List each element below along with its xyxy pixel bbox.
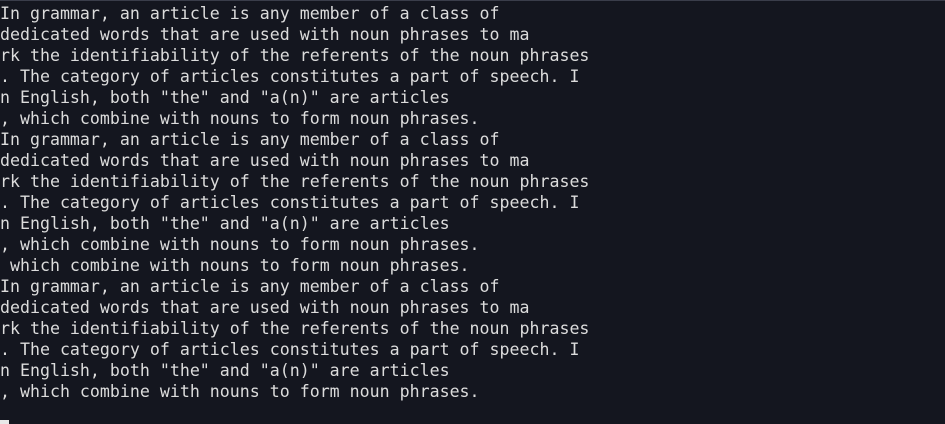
terminal-line: , which combine with nouns to form noun … (0, 235, 480, 254)
terminal-line: In grammar, an article is any member of … (0, 4, 500, 23)
terminal-cursor (0, 420, 9, 424)
terminal-line: , which combine with nouns to form noun … (0, 382, 480, 401)
terminal-line: dedicated words that are used with noun … (0, 151, 530, 170)
terminal-line: dedicated words that are used with noun … (0, 25, 530, 44)
terminal-line: . The category of articles constitutes a… (0, 193, 580, 212)
terminal-line: rk the identifiability of the referents … (0, 172, 590, 191)
terminal-output: In grammar, an article is any member of … (0, 3, 589, 402)
terminal-line: n English, both "the" and "a(n)" are art… (0, 88, 450, 107)
terminal-line: In grammar, an article is any member of … (0, 130, 500, 149)
terminal-line: . The category of articles constitutes a… (0, 67, 580, 86)
terminal-line: n English, both "the" and "a(n)" are art… (0, 214, 450, 233)
terminal-line: dedicated words that are used with noun … (0, 298, 530, 317)
terminal-line: n English, both "the" and "a(n)" are art… (0, 361, 450, 380)
terminal-line: . The category of articles constitutes a… (0, 340, 580, 359)
terminal-line: rk the identifiability of the referents … (0, 319, 590, 338)
terminal-line: In grammar, an article is any member of … (0, 277, 500, 296)
terminal-window[interactable]: In grammar, an article is any member of … (0, 0, 945, 424)
terminal-line: rk the identifiability of the referents … (0, 46, 590, 65)
terminal-line: , which combine with nouns to form noun … (0, 109, 480, 128)
terminal-line: which combine with nouns to form noun ph… (0, 256, 470, 275)
